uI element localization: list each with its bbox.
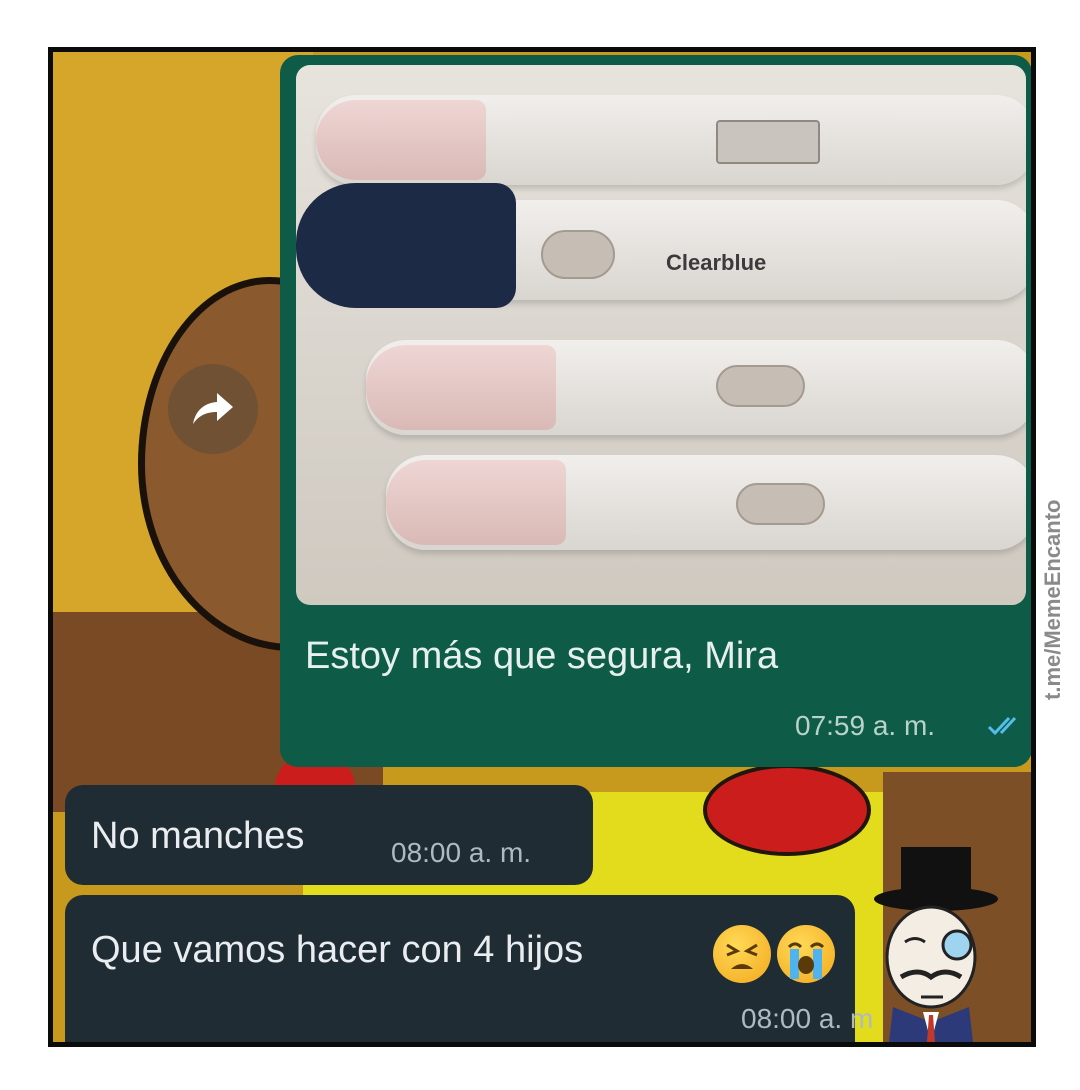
outgoing-message-time: 07:59 a. m. <box>795 710 936 741</box>
tired-face-emoji <box>713 925 771 983</box>
incoming-message-text: No manches <box>91 815 305 857</box>
outgoing-message-text: Estoy más que segura, Mira <box>305 635 779 677</box>
forward-arrow-icon <box>193 393 233 424</box>
pregnancy-tests-photo[interactable]: Clearblue <box>296 65 1026 605</box>
meme-frame: Clearblue Estoy más que segura, Mira 07:… <box>48 47 1036 1047</box>
monocle-gentleman-sticker <box>874 847 998 1042</box>
incoming-message-bubble[interactable]: No manches 08:00 a. m. <box>65 785 593 885</box>
incoming-message-text: Que vamos hacer con 4 hijos <box>91 929 584 971</box>
incoming-message-bubble[interactable]: Que vamos hacer con 4 hijos 08:00 a. m <box>65 895 873 1042</box>
photo-brand-label: Clearblue <box>666 250 767 275</box>
outgoing-message-bubble[interactable]: Clearblue Estoy más que segura, Mira 07:… <box>280 55 1031 767</box>
incoming-message-time: 08:00 a. m. <box>391 837 532 868</box>
forward-button[interactable] <box>168 364 258 454</box>
double-check-icon <box>987 716 1017 736</box>
loudly-crying-face-emoji <box>777 925 835 983</box>
watermark-text: t.me/MemeEncanto <box>1040 499 1065 701</box>
